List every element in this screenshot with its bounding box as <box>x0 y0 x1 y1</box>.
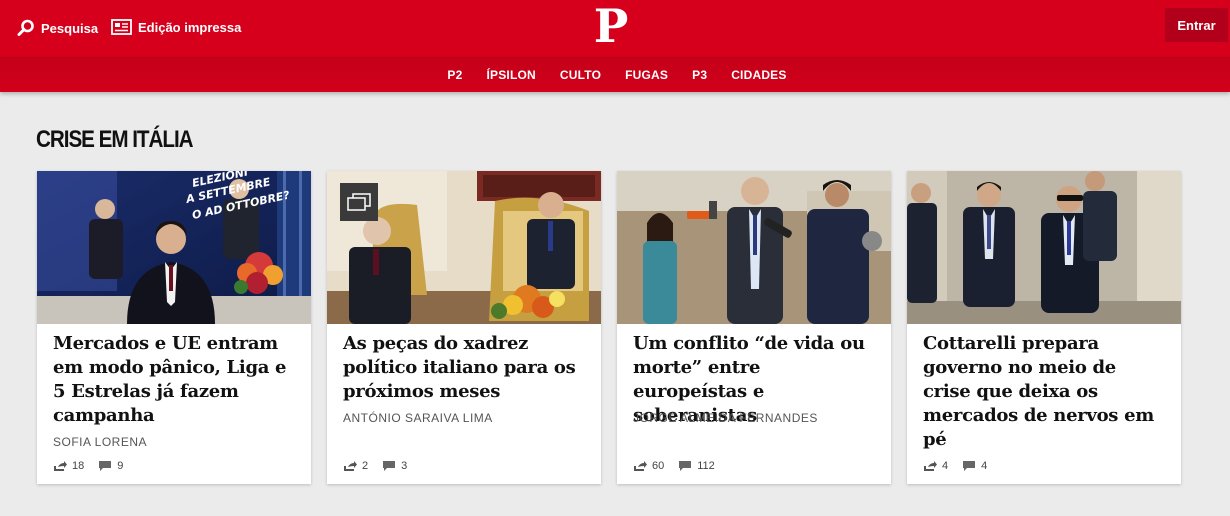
article-headline[interactable]: As peças do xadrez político italiano par… <box>343 332 589 404</box>
share-count[interactable]: 4 <box>923 460 948 472</box>
search-icon <box>17 19 34 36</box>
article-image-1[interactable]: ELEZIONI A SETTEMBRE O AD OTTOBRE? <box>37 171 311 324</box>
share-icon <box>54 461 67 471</box>
search-label: Pesquisa <box>41 20 99 36</box>
article-card-1[interactable]: ELEZIONI A SETTEMBRE O AD OTTOBRE? Merca… <box>37 171 311 484</box>
nav-culto[interactable]: CULTO <box>560 68 601 82</box>
article-stats: 4 4 <box>923 460 1001 472</box>
share-count[interactable]: 60 <box>633 460 664 472</box>
comment-count[interactable]: 4 <box>962 460 987 472</box>
section-title[interactable]: CRISE EM ITÁLIA <box>36 126 194 154</box>
article-author[interactable]: SOFIA LORENA <box>53 435 147 449</box>
publico-logo[interactable]: P <box>591 2 631 50</box>
nav-cidades[interactable]: CIDADES <box>731 68 786 82</box>
article-headline[interactable]: Cottarelli prepara governo no meio de cr… <box>923 332 1169 452</box>
nav-ipsilon[interactable]: ÍPSILON <box>486 68 535 82</box>
comment-count[interactable]: 9 <box>98 460 123 472</box>
article-author[interactable]: ANTÓNIO SARAIVA LIMA <box>343 411 493 425</box>
comment-count[interactable]: 3 <box>382 460 407 472</box>
share-icon <box>344 461 357 471</box>
comment-count[interactable]: 112 <box>678 460 715 472</box>
gallery-icon <box>347 193 371 211</box>
share-icon <box>924 461 937 471</box>
search-button[interactable]: Pesquisa <box>17 19 98 37</box>
nav-fugas[interactable]: FUGAS <box>625 68 668 82</box>
nav-p3[interactable]: P3 <box>692 68 707 82</box>
print-edition-button[interactable]: Edição impressa <box>111 19 241 35</box>
share-count[interactable]: 18 <box>53 460 84 472</box>
article-stats: 2 3 <box>343 460 421 472</box>
print-edition-label: Edição impressa <box>138 19 242 35</box>
share-count[interactable]: 2 <box>343 460 368 472</box>
article-image-2[interactable] <box>327 171 601 324</box>
article-card-3[interactable]: Um conflito “de vida ou morte” entre eur… <box>617 171 891 484</box>
article-author[interactable]: JORGE ALMEIDA FERNANDES <box>633 411 818 425</box>
comment-icon <box>383 461 396 471</box>
article-card-4[interactable]: Cottarelli prepara governo no meio de cr… <box>907 171 1181 484</box>
article-image-4[interactable] <box>907 171 1181 324</box>
nav-p2[interactable]: P2 <box>447 68 462 82</box>
article-stats: 18 9 <box>53 460 137 472</box>
newspaper-icon <box>111 19 132 35</box>
article-headline[interactable]: Mercados e UE entram em modo pânico, Lig… <box>53 332 299 428</box>
top-bar: Pesquisa Edição impressa P Entrar <box>0 0 1230 57</box>
comment-icon <box>963 461 976 471</box>
login-button[interactable]: Entrar <box>1165 8 1228 42</box>
comment-icon <box>679 461 692 471</box>
comment-icon <box>99 461 112 471</box>
section-nav: P2 ÍPSILON CULTO FUGAS P3 CIDADES <box>0 57 1230 92</box>
article-stats: 60 112 <box>633 460 729 472</box>
article-image-3[interactable] <box>617 171 891 324</box>
gallery-badge <box>340 183 378 221</box>
article-card-2[interactable]: As peças do xadrez político italiano par… <box>327 171 601 484</box>
share-icon <box>634 461 647 471</box>
